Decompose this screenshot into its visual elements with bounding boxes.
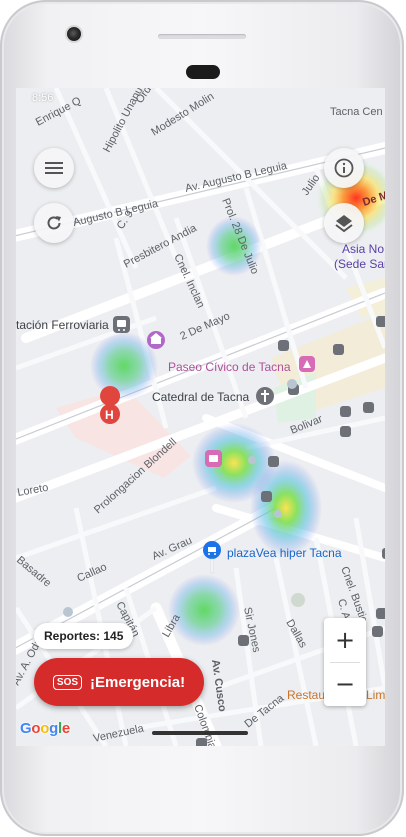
emergency-label: ¡Emergencia! bbox=[90, 673, 186, 691]
refresh-icon bbox=[47, 216, 61, 230]
cathedral-icon[interactable] bbox=[256, 387, 274, 405]
proximity-sensor bbox=[186, 65, 220, 79]
front-camera bbox=[67, 27, 81, 41]
menu-icon bbox=[45, 162, 63, 174]
place-label-estacion: tación Ferroviaria bbox=[16, 318, 109, 332]
zoom-in-button[interactable]: + bbox=[324, 618, 366, 662]
google-logo: Google bbox=[20, 720, 70, 737]
emergency-button[interactable]: SOS ¡Emergencia! bbox=[34, 658, 204, 706]
app-screen: Enrique Q Hipolito Unanue Ord Modesto Mo… bbox=[16, 88, 385, 746]
shopping-mall-icon[interactable] bbox=[205, 450, 222, 467]
place-label-paseo-civico: Paseo Cívico de Tacna bbox=[168, 360, 291, 374]
layers-button[interactable] bbox=[324, 203, 364, 243]
info-icon bbox=[334, 158, 354, 178]
museum-icon[interactable] bbox=[147, 331, 165, 349]
home-indicator[interactable] bbox=[152, 731, 248, 735]
place-label-catedral: Catedral de Tacna bbox=[152, 390, 250, 404]
menu-button[interactable] bbox=[34, 148, 74, 188]
zoom-out-button[interactable]: − bbox=[324, 662, 366, 706]
sos-icon: SOS bbox=[52, 674, 83, 690]
place-label-restaurant: Restau bbox=[287, 688, 325, 702]
zoom-controls: + − bbox=[324, 618, 366, 706]
place-label-asia: Asia No bbox=[342, 242, 384, 256]
layers-icon bbox=[335, 215, 353, 233]
refresh-button[interactable] bbox=[34, 203, 74, 243]
paseo-civico-icon[interactable] bbox=[299, 356, 315, 372]
svg-text:H: H bbox=[105, 408, 114, 422]
status-time: 8:56 bbox=[32, 92, 54, 104]
place-label-restaurant-tail: Lim bbox=[366, 688, 385, 702]
phone-frame: Enrique Q Hipolito Unanue Ord Modesto Mo… bbox=[0, 0, 404, 836]
info-button[interactable] bbox=[324, 148, 364, 188]
place-label-sede: (Sede Sar bbox=[334, 257, 385, 271]
street-label: Tacna Cen bbox=[330, 106, 383, 118]
place-label-plaza-vea: plazaVea hiper Tacna bbox=[227, 546, 342, 560]
train-station-icon[interactable] bbox=[113, 316, 130, 333]
reports-count-badge: Reportes: 145 bbox=[34, 623, 134, 649]
earpiece-speaker bbox=[158, 34, 246, 39]
